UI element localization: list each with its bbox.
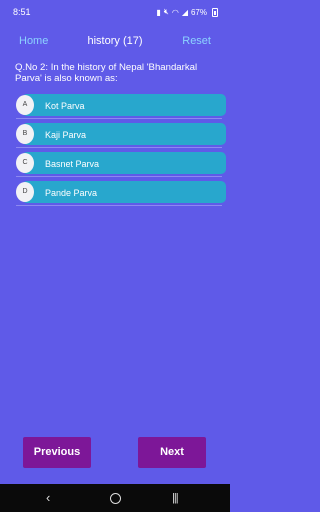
status-time: 8:51 (13, 7, 31, 17)
option-a[interactable]: A Kot Parva (16, 93, 226, 119)
question-text: Q.No 2: In the history of Nepal 'Bhandar… (15, 62, 198, 84)
previous-button[interactable]: Previous (23, 437, 91, 468)
battery-percent: 67% (190, 7, 207, 17)
divider (16, 118, 222, 119)
option-label: Basnet Parva (45, 159, 100, 169)
wifi-icon: ◠ (171, 7, 179, 17)
system-nav-bar: ‹ ||| (0, 484, 230, 512)
status-icons: ▮ 🔇︎ ◠ ◢ 67% (156, 7, 218, 17)
option-d[interactable]: D Pande Parva (16, 180, 226, 206)
option-label: Pande Parva (45, 188, 98, 198)
recents-icon[interactable]: ||| (172, 492, 179, 504)
option-letter: B (16, 124, 34, 144)
sim-icon: ▮ (156, 7, 161, 17)
option-b[interactable]: B Kaji Parva (16, 122, 226, 148)
next-button[interactable]: Next (138, 437, 206, 468)
app-bar: Home history (17) Reset (0, 30, 230, 52)
status-bar: 8:51 ▮ 🔇︎ ◠ ◢ 67% (0, 0, 230, 24)
option-label: Kot Parva (45, 101, 85, 111)
signal-icon: ◢ (181, 7, 188, 17)
option-letter: A (16, 95, 34, 115)
option-c[interactable]: C Basnet Parva (16, 151, 226, 177)
battery-icon (212, 7, 218, 17)
options-list: A Kot Parva B Kaji Parva C Basnet Parva … (16, 93, 226, 209)
home-icon[interactable] (110, 493, 121, 504)
divider (16, 205, 222, 206)
option-letter: C (16, 153, 34, 173)
back-icon[interactable]: ‹ (46, 490, 50, 505)
mute-icon: 🔇︎ (163, 7, 169, 16)
reset-button[interactable]: Reset (182, 35, 211, 47)
option-letter: D (16, 182, 34, 202)
option-label: Kaji Parva (45, 130, 87, 140)
divider (16, 147, 222, 148)
divider (16, 176, 222, 177)
